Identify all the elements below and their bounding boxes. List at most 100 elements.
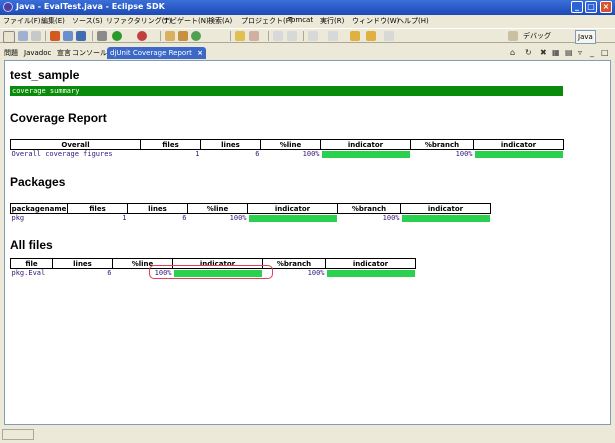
external-tools-icon[interactable]	[137, 31, 147, 41]
new-package-icon[interactable]	[178, 31, 188, 41]
col-header: lines	[200, 139, 261, 150]
maximize-view-icon[interactable]: □	[601, 48, 609, 57]
maximize-button[interactable]: □	[585, 1, 597, 13]
forward-icon[interactable]	[366, 31, 376, 41]
console-icon[interactable]: ▤	[565, 48, 573, 57]
minimize-button[interactable]: _	[571, 1, 583, 13]
report-title: test_sample	[10, 68, 80, 82]
new-project-icon[interactable]	[165, 31, 175, 41]
tab-djunit-coverage-report[interactable]: djUnit Coverage Report ×	[107, 47, 206, 59]
files-count: 1	[122, 214, 127, 222]
branch-indicator-bar	[326, 270, 415, 277]
table-row: Overall coverage figures 1 6 100% 100%	[11, 150, 564, 160]
tab-declaration[interactable]: 宣言	[57, 47, 71, 59]
search-icon[interactable]	[50, 31, 60, 41]
col-header: indicator	[473, 139, 564, 150]
close-button[interactable]: ×	[600, 1, 612, 13]
menu-navigate[interactable]: ナビゲート(N)	[163, 16, 209, 26]
last-edit-icon[interactable]	[384, 31, 394, 41]
menu-run[interactable]: 実行(R)	[320, 16, 344, 26]
table-header: packagename files lines %line indicator …	[10, 203, 491, 214]
eclipse-icon	[3, 2, 13, 12]
outline-icon[interactable]	[76, 31, 86, 41]
menu-file[interactable]: ファイル(F)	[3, 16, 41, 26]
save-icon[interactable]	[18, 31, 28, 41]
coverage-summary-bar: coverage summary	[10, 86, 563, 96]
mark-icon[interactable]	[287, 31, 297, 41]
menu-source[interactable]: ソース(S)	[72, 16, 103, 26]
col-header: indicator	[400, 203, 491, 214]
col-header: lines	[127, 203, 188, 214]
run-icon[interactable]	[112, 31, 122, 41]
branch-indicator	[326, 269, 416, 279]
open-perspective-icon[interactable]	[508, 31, 518, 41]
file-link[interactable]: pkg.Eval	[11, 269, 53, 279]
back-icon[interactable]	[350, 31, 360, 41]
perspective-debug[interactable]: デバッグ	[521, 30, 553, 42]
branch-indicator-bar	[401, 215, 490, 222]
minimize-view-icon[interactable]: _	[590, 48, 594, 57]
close-tab-icon[interactable]: ×	[197, 49, 203, 57]
menu-edit[interactable]: 編集(E)	[41, 16, 65, 26]
table-row: pkg 1 6 100% 100%	[11, 214, 491, 224]
line-indicator-bar	[321, 151, 410, 158]
tab-problems[interactable]: 問題	[4, 47, 18, 59]
tab-console[interactable]: コンソール	[72, 47, 107, 59]
packages-table: packagename files lines %line indicator …	[10, 203, 491, 223]
col-header: indicator	[320, 139, 411, 150]
home-icon[interactable]: ⌂	[510, 48, 515, 57]
col-header: %branch	[337, 203, 401, 214]
status-cell	[2, 429, 34, 440]
col-header: packagename	[10, 203, 68, 214]
line-percent: 100%	[302, 150, 320, 158]
menu-window[interactable]: ウィンドウ(W)	[352, 16, 399, 26]
grid-icon[interactable]: ▦	[552, 48, 560, 57]
close-view-icon[interactable]: ✖	[540, 48, 547, 57]
debug-run-icon[interactable]	[97, 31, 107, 41]
hierarchy-icon[interactable]	[63, 31, 73, 41]
new-class-icon[interactable]	[191, 31, 201, 41]
menu-bar: ファイル(F) 編集(E) ソース(S) リファクタリング(T) ナビゲート(N…	[0, 15, 615, 27]
highlight-outline	[149, 265, 273, 279]
col-header: Overall	[10, 139, 141, 150]
toggle-icon[interactable]	[273, 31, 283, 41]
lines-count: 6	[255, 150, 260, 158]
col-header: files	[140, 139, 201, 150]
lines-count: 6	[107, 269, 112, 277]
row-name: Overall coverage figures	[11, 150, 113, 158]
menu-project[interactable]: プロジェクト(P)	[241, 16, 293, 26]
menu-search[interactable]: 検索(A)	[208, 16, 232, 26]
lines-count: 6	[182, 214, 187, 222]
prev-annotation-icon[interactable]	[328, 31, 338, 41]
status-bar	[0, 427, 615, 443]
package-link[interactable]: pkg	[11, 214, 68, 224]
branch-indicator	[401, 214, 491, 224]
open-type-icon[interactable]	[235, 31, 245, 41]
title-bar: Java - EvalTest.java - Eclipse SDK _ □ ×	[0, 0, 615, 15]
col-header: %line	[187, 203, 248, 214]
perspective-java[interactable]: Java	[575, 30, 596, 44]
col-header: files	[67, 203, 128, 214]
packages-heading: Packages	[10, 175, 66, 189]
new-icon[interactable]	[3, 31, 15, 43]
col-header: file	[10, 258, 53, 269]
refresh-icon[interactable]: ↻	[525, 48, 532, 57]
window-title: Java - EvalTest.java - Eclipse SDK	[16, 2, 165, 11]
tab-javadoc[interactable]: Javadoc	[24, 47, 51, 59]
line-percent: 100%	[229, 214, 247, 222]
all-files-heading: All files	[10, 238, 53, 252]
pen-icon[interactable]	[249, 31, 259, 41]
branch-percent: 100%	[455, 150, 473, 158]
coverage-report-view: test_sample coverage summary Coverage Re…	[4, 60, 611, 425]
menu-tomcat[interactable]: Tomcat	[288, 16, 313, 24]
line-indicator	[321, 150, 411, 160]
view-menu-icon[interactable]: ▿	[578, 48, 582, 57]
tab-label: djUnit Coverage Report	[110, 49, 192, 57]
menu-help[interactable]: ヘルプ(H)	[397, 16, 429, 26]
next-annotation-icon[interactable]	[308, 31, 318, 41]
col-header: indicator	[325, 258, 416, 269]
col-header: indicator	[247, 203, 338, 214]
table-header: Overall files lines %line indicator %bra…	[10, 139, 564, 150]
print-icon[interactable]	[31, 31, 41, 41]
menu-refactor[interactable]: リファクタリング(T)	[106, 16, 171, 26]
